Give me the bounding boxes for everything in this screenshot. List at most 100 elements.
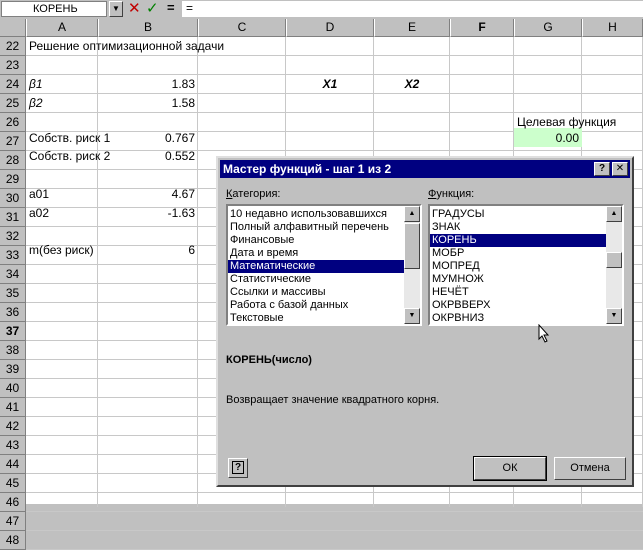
scroll-up-icon[interactable]: ▲ [404, 206, 420, 222]
function-item[interactable]: ОКРВНИЗ [430, 312, 606, 324]
row-header-29[interactable]: 29 [0, 170, 26, 189]
category-item[interactable]: Работа с базой данных [228, 299, 404, 312]
help-icon: ? [232, 461, 244, 474]
cell-b31[interactable]: -1.63 [98, 204, 198, 223]
category-listbox[interactable]: 10 недавно использовавшихся Полный алфави… [226, 204, 422, 326]
cell-a22[interactable]: Решение оптимизационной задачи [26, 37, 227, 56]
column-header-g[interactable]: G [514, 19, 582, 37]
function-item[interactable]: ГРАДУСЫ [430, 208, 606, 221]
row-header-24[interactable]: 24 [0, 75, 26, 94]
row-header-35[interactable]: 35 [0, 284, 26, 303]
row-header-22[interactable]: 22 [0, 37, 26, 56]
category-item[interactable]: Математические [228, 260, 404, 273]
cell-a24[interactable]: β1 [26, 75, 46, 94]
category-label: Категория: [226, 188, 281, 200]
row-header-23[interactable]: 23 [0, 56, 26, 75]
name-box[interactable]: КОРЕНЬ [1, 1, 107, 17]
select-all-corner[interactable] [0, 19, 26, 37]
row-header-39[interactable]: 39 [0, 360, 26, 379]
column-header-c[interactable]: C [198, 19, 286, 37]
category-scrollbar[interactable]: ▲ ▼ [404, 206, 420, 324]
dialog-titlebar[interactable]: Мастер функций - шаг 1 из 2 ? ✕ [220, 160, 630, 178]
row-header-31[interactable]: 31 [0, 208, 26, 227]
row-header-27[interactable]: 27 [0, 132, 26, 151]
row-header-47[interactable]: 47 [0, 512, 26, 531]
function-signature: КОРЕНЬ(число) [226, 354, 312, 366]
row-header-37[interactable]: 37 [0, 322, 26, 341]
cell-a31[interactable]: a02 [26, 204, 52, 223]
scroll-thumb[interactable] [404, 223, 420, 269]
row-header-28[interactable]: 28 [0, 151, 26, 170]
column-header-f[interactable]: F [450, 19, 514, 37]
category-item[interactable]: Дата и время [228, 247, 404, 260]
row-header-41[interactable]: 41 [0, 398, 26, 417]
row-header-32[interactable]: 32 [0, 227, 26, 246]
scroll-up-icon[interactable]: ▲ [606, 206, 622, 222]
scroll-down-icon[interactable]: ▼ [606, 308, 622, 324]
function-item[interactable]: НЕЧЁТ [430, 286, 606, 299]
row-header-25[interactable]: 25 [0, 94, 26, 113]
enter-formula-icon[interactable]: ✓ [146, 0, 159, 17]
cell-b30[interactable]: 4.67 [98, 185, 198, 204]
row-header-40[interactable]: 40 [0, 379, 26, 398]
row-header-38[interactable]: 38 [0, 341, 26, 360]
scroll-down-icon[interactable]: ▼ [404, 308, 420, 324]
function-scrollbar[interactable]: ▲ ▼ [606, 206, 622, 324]
category-item[interactable]: 10 недавно использовавшихся [228, 208, 404, 221]
function-item[interactable]: ОКРВВЕРХ [430, 299, 606, 312]
row-header-33[interactable]: 33 [0, 246, 26, 265]
function-label: Функция: [428, 188, 475, 200]
scroll-thumb[interactable] [606, 252, 622, 268]
grid-hline [26, 492, 643, 493]
cancel-formula-icon[interactable]: ✕ [128, 0, 141, 17]
function-item[interactable]: КОРЕНЬ [430, 234, 606, 247]
category-item[interactable]: Текстовые [228, 312, 404, 324]
column-header-a[interactable]: A [26, 19, 98, 37]
mouse-cursor-icon [538, 324, 550, 343]
close-icon[interactable]: ✕ [612, 162, 628, 176]
row-header-43[interactable]: 43 [0, 436, 26, 455]
ok-button[interactable]: ОК [473, 456, 547, 481]
cell-e24[interactable]: X2 [374, 75, 450, 94]
column-header-h[interactable]: H [582, 19, 643, 37]
function-item[interactable]: МУМНОЖ [430, 273, 606, 286]
category-item[interactable]: Финансовые [228, 234, 404, 247]
row-header-26[interactable]: 26 [0, 113, 26, 132]
function-item[interactable]: МОБР [430, 247, 606, 260]
formula-input[interactable]: = [182, 1, 643, 17]
row-header-44[interactable]: 44 [0, 455, 26, 474]
cell-a25[interactable]: β2 [26, 94, 46, 113]
row-header-34[interactable]: 34 [0, 265, 26, 284]
row-header-30[interactable]: 30 [0, 189, 26, 208]
function-item[interactable]: ЗНАК [430, 221, 606, 234]
row-header-46[interactable]: 46 [0, 493, 26, 512]
function-listbox[interactable]: ГРАДУСЫ ЗНАК КОРЕНЬ МОБР МОПРЕД МУМНОЖ НЕЧЁТ ОК… [428, 204, 624, 326]
cell-d24[interactable]: X1 [286, 75, 374, 94]
cell-b24[interactable]: 1.83 [98, 75, 198, 94]
edit-formula-icon[interactable]: = [167, 0, 175, 15]
row-header-48[interactable]: 48 [0, 531, 26, 550]
grid-hline [26, 511, 643, 512]
category-item[interactable]: Полный алфавитный перечень [228, 221, 404, 234]
column-header-e[interactable]: E [374, 19, 450, 37]
category-item[interactable]: Статистические [228, 273, 404, 286]
help-button[interactable]: ? [228, 458, 248, 478]
row-header-36[interactable]: 36 [0, 303, 26, 322]
cell-a33[interactable]: m(без риск) [26, 241, 97, 260]
function-wizard-dialog: Мастер функций - шаг 1 из 2 ? ✕ Категори… [216, 156, 634, 487]
column-header-d[interactable]: D [286, 19, 374, 37]
function-item[interactable]: МОПРЕД [430, 260, 606, 273]
cell-a30[interactable]: a01 [26, 185, 52, 204]
row-header-42[interactable]: 42 [0, 417, 26, 436]
column-header-b[interactable]: B [98, 19, 198, 37]
cancel-button[interactable]: Отмена [554, 457, 626, 480]
cell-b28[interactable]: 0.552 [98, 147, 198, 166]
row-header-45[interactable]: 45 [0, 474, 26, 493]
category-item[interactable]: Ссылки и массивы [228, 286, 404, 299]
cell-g27[interactable]: 0.00 [514, 129, 582, 148]
cell-b25[interactable]: 1.58 [98, 94, 198, 113]
help-title-button[interactable]: ? [594, 162, 610, 176]
cell-b27[interactable]: 0.767 [98, 129, 198, 148]
name-box-dropdown-icon[interactable]: ▼ [109, 1, 123, 17]
cell-b33[interactable]: 6 [98, 241, 198, 260]
